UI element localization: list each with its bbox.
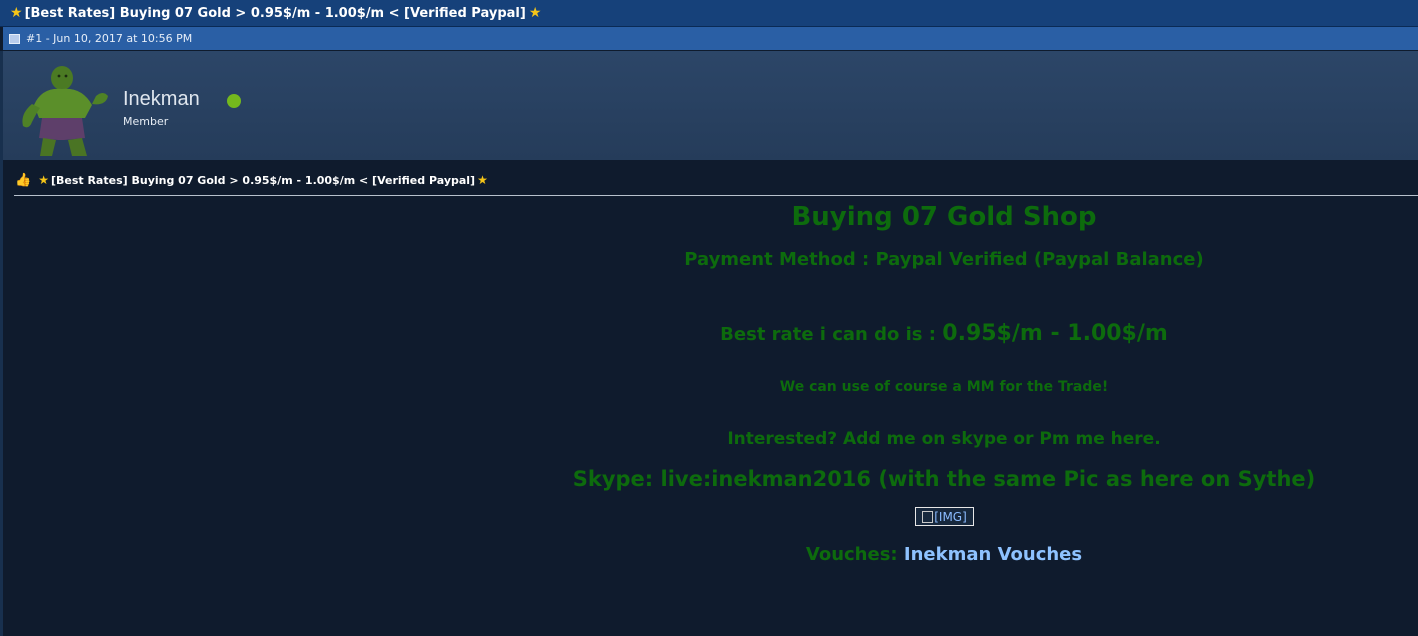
broken-image-icon [922,510,934,523]
thumbs-up-icon: 👍 [15,172,32,188]
divider [14,195,1418,196]
broken-image[interactable]: [IMG] [915,507,974,526]
thread-title-bar: ★ [Best Rates] Buying 07 Gold > 0.95$/m … [0,0,1418,27]
star-icon: ★ [528,5,542,21]
subject-text: [Best Rates] Buying 07 Gold > 0.95$/m - … [50,173,476,187]
message-subject: 👍 ★ [Best Rates] Buying 07 Gold > 0.95$/… [15,171,490,189]
post-icon [9,33,20,44]
mm-note: We can use of course a MM for the Trade! [779,379,1109,395]
user-info-bar: Inekman Member [3,51,1418,160]
star-icon: ★ [10,5,23,21]
rate-value: 0.95$/m - 1.00$/m [942,321,1168,346]
thread-title: [Best Rates] Buying 07 Gold > 0.95$/m - … [24,5,526,21]
avatar[interactable] [12,60,112,160]
skype-contact: Skype: live:inekman2016 (with the same P… [572,467,1316,491]
rate-prefix: Best rate i can do is : [720,324,936,345]
online-dot-icon [227,94,241,108]
vouches-label: Vouches: [805,544,898,565]
image-placeholder: [IMG] [934,509,967,524]
user-title: Member [123,115,169,128]
vouches: Vouches: Inekman Vouches [470,544,1418,565]
username[interactable]: Inekman [123,88,200,111]
vouches-link[interactable]: Inekman Vouches [904,544,1082,565]
star-icon: ★ [38,173,49,187]
post-meta-bar: #1 - Jun 10, 2017 at 10:56 PM [3,27,1418,50]
star-icon: ★ [477,173,488,187]
payment-method: Payment Method : Paypal Verified (Paypal… [684,249,1204,270]
best-rate: Best rate i can do is : 0.95$/m - 1.00$/… [470,321,1418,346]
post-meta: #1 - Jun 10, 2017 at 10:56 PM [26,32,193,45]
content-heading: Buying 07 Gold Shop [791,202,1097,232]
interested-note: Interested? Add me on skype or Pm me her… [727,429,1161,449]
